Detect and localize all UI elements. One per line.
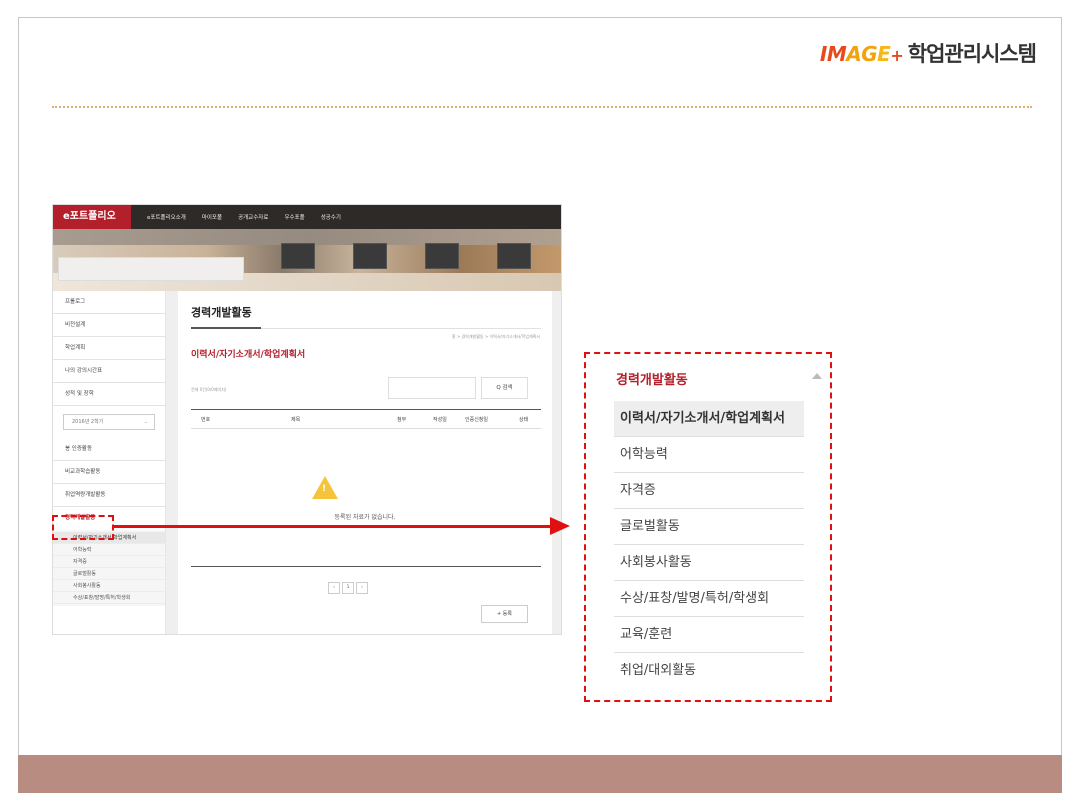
content-panel: 경력개발활동 홈 > 경력개발활동 > 이력서/자기소개서/학업계획서 이력서/… — [178, 291, 552, 634]
zoom-item-volunteer[interactable]: 사회봉사활동 — [614, 545, 804, 581]
pagination: ‹ 1 › — [328, 582, 370, 594]
banner-box — [58, 257, 244, 281]
footer-bar — [18, 755, 1062, 793]
slide: IMAGE + 학업관리시스템 e포트폴리오 e포트폴리오소개 마이포폴 공개교수자… — [0, 0, 1080, 810]
sub-item-award[interactable]: 수상/표창/발명/특허/학생회 — [53, 592, 165, 604]
dotted-divider — [52, 106, 1032, 108]
sidebar-item-job[interactable]: 취업역량개발활동 — [53, 484, 165, 507]
zoom-title[interactable]: 경력개발활동 — [616, 369, 688, 388]
logo-mark: IMAGE — [819, 42, 891, 66]
sub-item-language[interactable]: 어학능력 — [53, 544, 165, 556]
sidebar-item-vision[interactable]: 비전설계 — [53, 314, 165, 337]
zoomed-menu-panel: 경력개발활동 이력서/자기소개서/학업계획서 어학능력 자격증 글로벌활동 사회… — [584, 352, 832, 702]
table-bottom-rule — [191, 566, 541, 567]
col-cert-date: 인증신청일 — [465, 417, 489, 423]
nav-item-public[interactable]: 공개교수자료 — [238, 213, 268, 221]
page-1-button[interactable]: 1 — [342, 582, 354, 594]
logo: IMAGE + 학업관리시스템 — [819, 38, 1037, 68]
semester-select[interactable]: 2016년 2학기 ⌄ — [63, 414, 155, 430]
sidebar-item-cert[interactable]: 봉 인증활동 — [53, 438, 165, 461]
sub-item-license[interactable]: 자격증 — [53, 556, 165, 568]
zoom-item-global[interactable]: 글로벌활동 — [614, 509, 804, 545]
nav-item-best[interactable]: 우수포폴 — [284, 213, 304, 221]
highlight-box-small — [52, 515, 114, 540]
col-date: 작성일 — [433, 417, 447, 423]
zoom-item-license[interactable]: 자격증 — [614, 473, 804, 509]
sidebar-sub-list: 이력서/자기소개서/학업계획서 어학능력 자격증 글로벌활동 사회봉사활동 수상… — [53, 530, 165, 606]
zoom-item-resume[interactable]: 이력서/자기소개서/학업계획서 — [614, 401, 804, 437]
sub-item-global[interactable]: 글로벌활동 — [53, 568, 165, 580]
content-area: 경력개발활동 홈 > 경력개발활동 > 이력서/자기소개서/학업계획서 이력서/… — [166, 291, 561, 634]
sidebar-item-study-plan[interactable]: 학업계획 — [53, 337, 165, 360]
col-attach: 첨부 — [397, 417, 407, 423]
zoom-item-award[interactable]: 수상/표창/발명/특허/학생회 — [614, 581, 804, 617]
brand-logo[interactable]: e포트폴리오 — [53, 205, 131, 229]
sidebar-item-timetable[interactable]: 나의 강의시간표 — [53, 360, 165, 383]
table-header: 번호 제목 첨부 작성일 인증신청일 상태 — [191, 409, 541, 429]
register-button[interactable]: + 등록 — [481, 605, 528, 623]
nav-item-success[interactable]: 성공수기 — [321, 213, 341, 221]
zoom-item-language[interactable]: 어학능력 — [614, 437, 804, 473]
top-nav: e포트폴리오 e포트폴리오소개 마이포폴 공개교수자료 우수포폴 성공수기 — [53, 205, 561, 229]
page-title: 경력개발활동 — [191, 306, 252, 319]
arrow-line — [114, 525, 552, 528]
sidebar-item-grades[interactable]: 성적 및 장학 — [53, 383, 165, 406]
nav-item-my[interactable]: 마이포폴 — [202, 213, 222, 221]
chevron-down-icon: ⌄ — [143, 419, 148, 425]
col-status: 상태 — [519, 417, 529, 423]
title-underline — [191, 327, 261, 329]
logo-text: 학업관리시스템 — [907, 42, 1037, 66]
section-title: 이력서/자기소개서/학업계획서 — [191, 350, 306, 360]
next-page-button[interactable]: › — [356, 582, 368, 594]
breadcrumb: 홈 > 경력개발활동 > 이력서/자기소개서/학업계획서 — [451, 334, 540, 339]
sidebar-item-prologue[interactable]: 프롤로그 — [53, 291, 165, 314]
arrow-right-icon — [550, 517, 570, 535]
sidebar: 프롤로그 비전설계 학업계획 나의 강의시간표 성적 및 장학 2016년 2학… — [53, 291, 166, 634]
search-input[interactable] — [388, 377, 476, 399]
col-title: 제목 — [291, 417, 301, 423]
record-count: 전체 0건(0/0페이지) — [191, 387, 227, 392]
nav-item-intro[interactable]: e포트폴리오소개 — [147, 213, 186, 221]
logo-plus: + — [890, 46, 904, 65]
sub-item-volunteer[interactable]: 사회봉사활동 — [53, 580, 165, 592]
prev-page-button[interactable]: ‹ — [328, 582, 340, 594]
zoom-menu-list: 이력서/자기소개서/학업계획서 어학능력 자격증 글로벌활동 사회봉사활동 수상… — [614, 401, 804, 689]
col-number: 번호 — [201, 417, 211, 423]
empty-message: 등록된 자료가 없습니다. — [334, 514, 396, 521]
search-button[interactable]: Q 검색 — [481, 377, 528, 399]
zoom-item-employment[interactable]: 취업/대외활동 — [614, 653, 804, 689]
portfolio-screenshot: e포트폴리오 e포트폴리오소개 마이포폴 공개교수자료 우수포폴 성공수기 프롤… — [52, 204, 562, 635]
zoom-item-education[interactable]: 교육/훈련 — [614, 617, 804, 653]
sidebar-item-extra[interactable]: 비교과학습활동 — [53, 461, 165, 484]
caret-up-icon[interactable] — [812, 373, 822, 379]
